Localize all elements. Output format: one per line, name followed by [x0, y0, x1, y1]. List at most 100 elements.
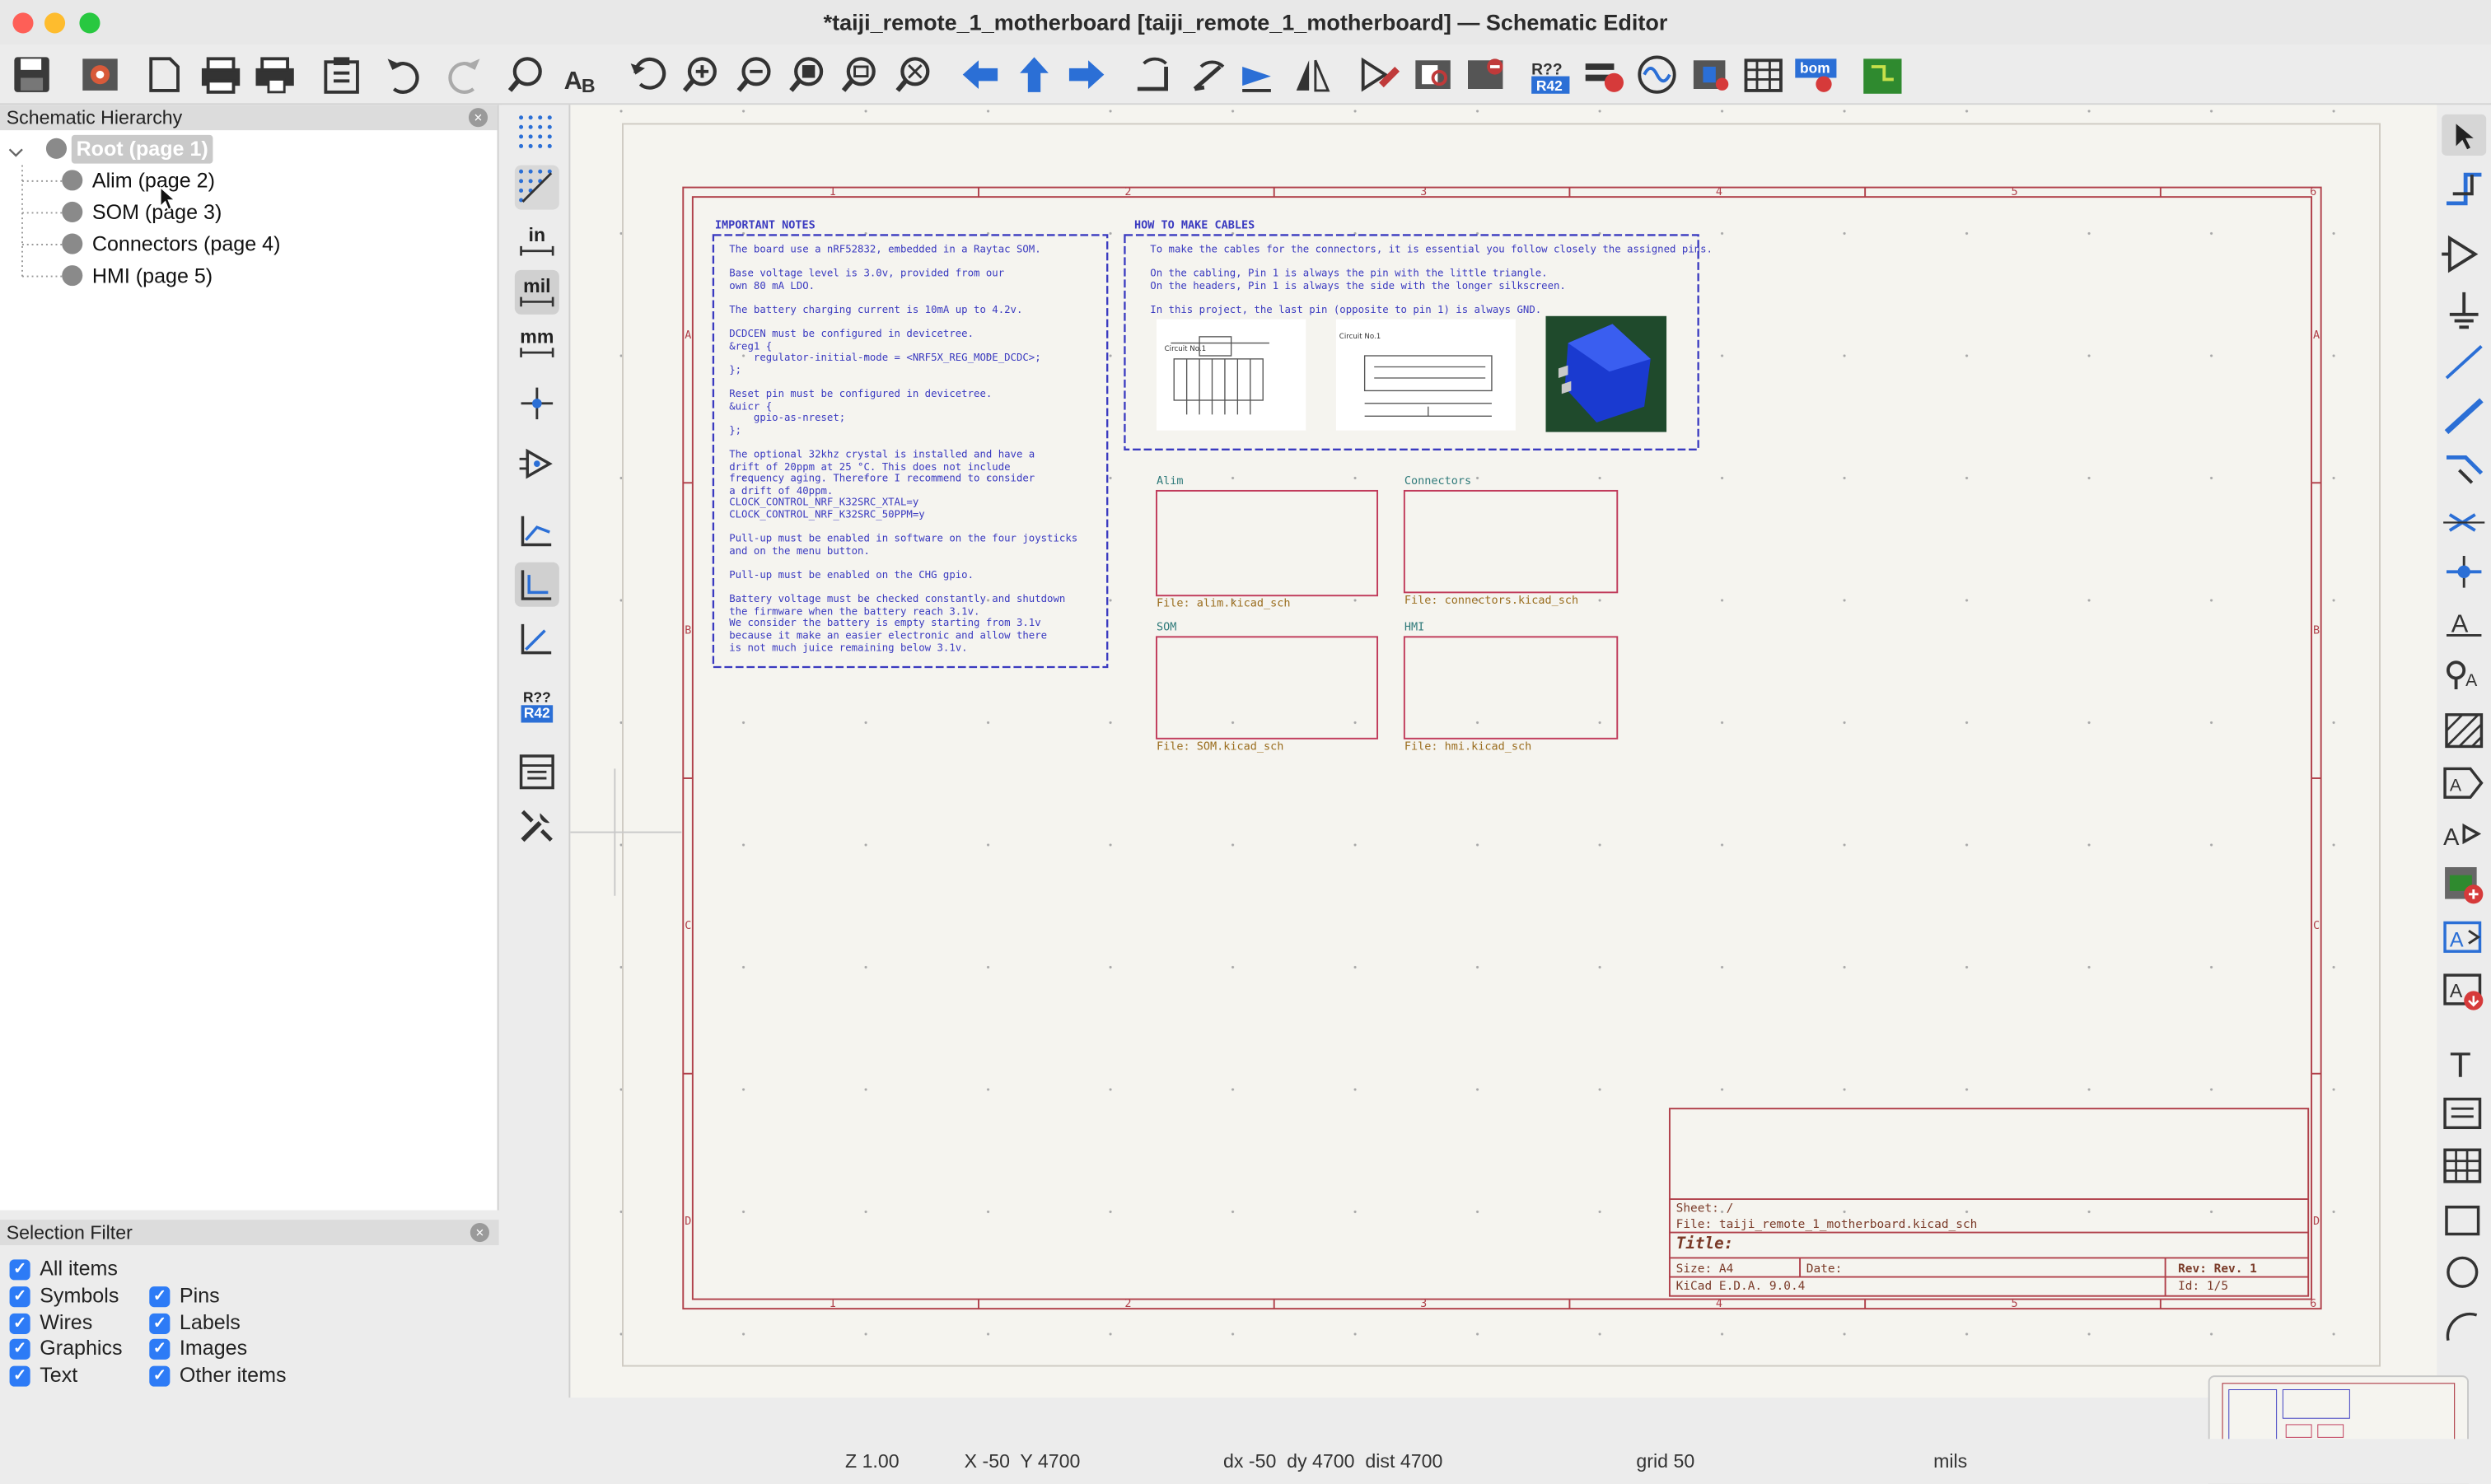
filter-images[interactable]: ✓ Images — [149, 1336, 247, 1361]
hierarchy-navigator-icon[interactable] — [515, 749, 559, 794]
filter-wires[interactable]: ✓ Wires — [9, 1310, 93, 1336]
print-icon[interactable] — [201, 57, 241, 94]
checkbox-icon[interactable]: ✓ — [9, 1312, 30, 1334]
redo-icon[interactable] — [448, 58, 480, 94]
close-hierarchy-button[interactable]: × — [468, 108, 488, 128]
new-page-icon[interactable] — [149, 57, 180, 92]
checkbox-icon[interactable]: ✓ — [149, 1312, 171, 1334]
junction-icon[interactable] — [2446, 555, 2482, 588]
add-rectangle-icon[interactable] — [2445, 1205, 2480, 1236]
schematic-setup-icon[interactable] — [82, 58, 118, 91]
annotate-icon[interactable]: R??R42 — [1531, 62, 1570, 94]
navigate-back-icon[interactable] — [962, 60, 998, 89]
checkbox-icon[interactable]: ✓ — [9, 1337, 30, 1359]
symbol-browser-icon[interactable] — [1415, 60, 1451, 89]
pcb-editor-icon[interactable] — [1863, 58, 1902, 94]
grid-dots-icon[interactable] — [515, 111, 559, 156]
sheet-name-connectors[interactable]: Connectors — [1404, 475, 1471, 488]
navigate-up-icon[interactable] — [1020, 57, 1049, 92]
line-mode-45-icon[interactable] — [515, 616, 559, 660]
units-mil-button[interactable]: mil — [514, 269, 559, 315]
chevron-down-icon[interactable] — [8, 148, 23, 157]
paste-icon[interactable] — [324, 57, 359, 94]
rotate-ccw-icon[interactable] — [1137, 57, 1168, 91]
tree-item-hmi[interactable]: HMI (page 5) — [92, 262, 213, 291]
checkbox-icon[interactable]: ✓ — [9, 1258, 30, 1280]
filter-all-items[interactable]: ✓ All items — [9, 1256, 118, 1281]
checkbox-icon[interactable]: ✓ — [149, 1337, 171, 1359]
filter-other-items[interactable]: ✓ Other items — [149, 1363, 287, 1388]
hidden-pins-icon[interactable] — [515, 441, 559, 486]
grid-override-icon[interactable] — [514, 165, 559, 210]
no-connect-icon[interactable] — [2443, 513, 2485, 532]
checkbox-icon[interactable]: ✓ — [149, 1286, 171, 1307]
rotate-cw-icon[interactable] — [1193, 60, 1225, 91]
add-circle-icon[interactable] — [2447, 1256, 2479, 1288]
navigate-forward-icon[interactable] — [1068, 60, 1105, 89]
add-arc-icon[interactable] — [2446, 1312, 2478, 1342]
net-label-icon[interactable]: A — [2446, 609, 2482, 638]
net-class-label-icon[interactable]: A — [2446, 660, 2478, 690]
checkbox-icon[interactable]: ✓ — [9, 1286, 30, 1307]
zoom-fit-icon[interactable] — [789, 57, 824, 92]
units-mm-button[interactable]: mm — [515, 321, 559, 366]
hierarchical-label-icon[interactable]: A — [2443, 823, 2482, 851]
undo-icon[interactable] — [387, 58, 419, 94]
line-mode-90-icon[interactable] — [514, 562, 559, 607]
minimize-window-button[interactable] — [44, 12, 66, 34]
find-replace-icon[interactable]: AB — [564, 66, 596, 96]
interactive-router-icon[interactable] — [2446, 172, 2482, 206]
add-table-icon[interactable] — [2443, 1148, 2482, 1183]
simulator-icon[interactable] — [1638, 55, 1676, 94]
filter-text[interactable]: ✓ Text — [9, 1363, 78, 1388]
mirror-horizontal-icon[interactable] — [1296, 59, 1330, 92]
sheet-name-som[interactable]: SOM — [1157, 621, 1176, 633]
zoom-selection-icon[interactable] — [895, 57, 930, 92]
refresh-icon[interactable] — [630, 57, 666, 90]
checkbox-icon[interactable]: ✓ — [149, 1365, 171, 1386]
add-textbox-icon[interactable] — [2443, 1097, 2482, 1130]
maximize-window-button[interactable] — [79, 12, 100, 34]
import-sheet-pin-icon[interactable]: A — [2443, 921, 2482, 953]
close-selection-filter-button[interactable]: × — [470, 1222, 489, 1243]
bom-icon[interactable]: bom — [1795, 58, 1837, 92]
tree-item-som[interactable]: SOM (page 3) — [92, 198, 222, 227]
sheet-name-hmi[interactable]: HMI — [1404, 621, 1424, 633]
tree-item-alim[interactable]: Alim (page 2) — [92, 166, 215, 195]
add-text-icon[interactable]: T — [2450, 1046, 2471, 1085]
units-inch-button[interactable]: in — [515, 219, 559, 264]
save-icon[interactable] — [14, 57, 49, 92]
footprint-editor-icon[interactable] — [1693, 60, 1729, 91]
filter-symbols[interactable]: ✓ Symbols — [9, 1283, 119, 1309]
find-icon[interactable] — [507, 57, 542, 92]
global-label-icon[interactable]: A — [2443, 767, 2484, 799]
add-power-icon[interactable] — [2449, 292, 2479, 329]
line-mode-free-icon[interactable] — [515, 508, 559, 553]
footprint-assign-icon[interactable] — [1467, 58, 1503, 89]
close-window-button[interactable] — [12, 12, 34, 34]
field-editor-icon[interactable] — [1744, 58, 1783, 92]
import-hierarchical-label-icon[interactable]: A — [2443, 973, 2484, 1010]
add-sheet-icon[interactable] — [2445, 866, 2484, 904]
add-symbol-icon[interactable] — [2442, 235, 2479, 273]
symbol-editor-icon[interactable] — [1361, 57, 1400, 92]
properties-tools-icon[interactable] — [515, 804, 559, 848]
schematic-canvas[interactable]: 1 2 3 4 5 6 1 2 3 4 5 6 A B C D A B C D — [568, 105, 2437, 1398]
add-bus-entry-icon[interactable] — [2446, 455, 2484, 484]
annotate-refs-icon[interactable]: R?? R42 — [515, 683, 559, 727]
tree-item-root[interactable]: Root (page 1) — [71, 134, 213, 164]
select-icon[interactable] — [2442, 114, 2487, 156]
sheet-name-alim[interactable]: Alim — [1157, 475, 1184, 488]
plot-icon[interactable] — [255, 57, 294, 94]
cursor-crosshair-icon[interactable] — [515, 381, 559, 426]
mirror-vertical-icon[interactable] — [1242, 66, 1271, 92]
filter-graphics[interactable]: ✓ Graphics — [9, 1336, 123, 1361]
add-bus-icon[interactable] — [2444, 398, 2484, 435]
erc-icon[interactable] — [1585, 63, 1624, 92]
filter-labels[interactable]: ✓ Labels — [149, 1310, 241, 1336]
filter-pins[interactable]: ✓ Pins — [149, 1283, 220, 1309]
rule-area-icon[interactable] — [2445, 713, 2484, 749]
zoom-objects-icon[interactable] — [841, 57, 876, 92]
zoom-out-icon[interactable] — [736, 57, 771, 92]
tree-item-connectors[interactable]: Connectors (page 4) — [92, 231, 281, 259]
